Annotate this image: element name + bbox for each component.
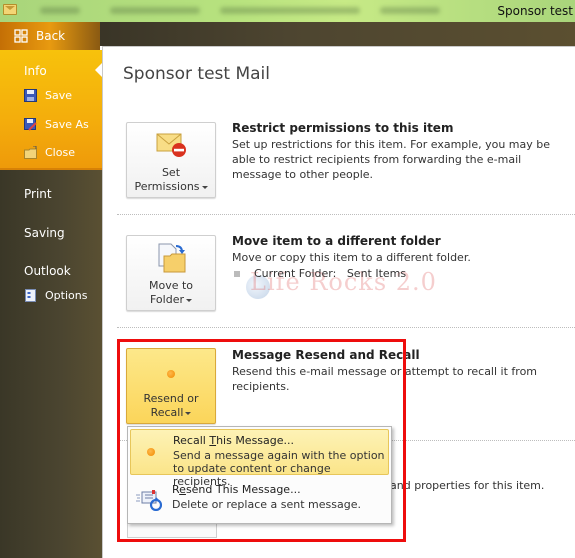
move-to-folder-label-2: Folder xyxy=(127,293,215,307)
move-to-folder-icon xyxy=(156,242,188,277)
restrict-permissions-description: Set up restrictions for this item. For e… xyxy=(232,138,551,181)
nav-save-as-label: Save As xyxy=(45,118,89,131)
move-to-folder-label-1: Move to xyxy=(148,279,194,292)
set-permissions-label-2: Permissions xyxy=(127,180,215,194)
resend-or-recall-label-2: Recall xyxy=(127,406,215,420)
move-to-folder-label-2-text: Folder xyxy=(150,293,184,306)
dropdown-arrow-icon xyxy=(201,185,208,189)
nav-save-label: Save xyxy=(45,89,73,102)
mail-envelope-icon xyxy=(3,4,17,15)
nav-options[interactable]: Options xyxy=(24,289,87,302)
resend-recall-title: Message Resend and Recall xyxy=(232,348,420,362)
recall-title: Recall This Message... xyxy=(173,434,294,447)
resend-recall-description: Resend this e-mail message or attempt to… xyxy=(232,365,538,393)
nav-saving[interactable]: Saving xyxy=(24,226,65,240)
set-permissions-label-2-text: Permissions xyxy=(134,180,200,193)
set-permissions-label-1: Set xyxy=(161,166,181,179)
orange-dot-icon xyxy=(167,370,175,378)
envelope-restrict-icon xyxy=(156,131,188,162)
resend-or-recall-label-2-text: Recall xyxy=(150,406,184,419)
resend-or-recall-button[interactable]: Resend or Recall xyxy=(126,348,216,424)
nav-save[interactable]: Save xyxy=(24,89,72,102)
dropdown-arrow-icon xyxy=(186,298,192,302)
blurred-quick-access xyxy=(220,7,360,14)
move-item-title: Move item to a different folder xyxy=(232,234,441,248)
restrict-permissions-title: Restrict permissions to this item xyxy=(232,121,454,135)
nav-info-label: Info xyxy=(24,64,47,78)
nav-outlook-label: Outlook xyxy=(24,264,71,278)
blurred-quick-access xyxy=(110,7,200,14)
nav-print-label: Print xyxy=(24,187,52,201)
recall-desc-line1: Send a message again with the option xyxy=(173,449,385,462)
resend-or-recall-label-1: Resend or xyxy=(143,392,199,405)
move-to-folder-button[interactable]: Move to Folder xyxy=(126,235,216,311)
nav-save-as[interactable]: Save As xyxy=(24,118,89,131)
menu-item-recall-this-message[interactable]: Recall This Message... Send a message ag… xyxy=(130,429,389,488)
dropdown-arrow-icon xyxy=(185,411,192,415)
recall-title-pre: Recall xyxy=(173,434,210,447)
nav-outlook: Outlook xyxy=(24,264,71,278)
nav-info[interactable]: Info xyxy=(24,64,47,78)
current-folder-label: Current Folder: xyxy=(254,267,337,280)
move-item-description: Move or copy this item to a different fo… xyxy=(232,251,471,264)
nav-close-label: Close xyxy=(45,146,75,159)
blurred-quick-access xyxy=(40,7,80,14)
resend-description: Delete or replace a sent message. xyxy=(172,498,361,511)
blurred-title-text xyxy=(380,7,440,14)
resend-title-post: send This Message... xyxy=(185,483,301,496)
back-grid-icon xyxy=(14,29,28,43)
menu-item-resend-this-message[interactable]: Resend This Message... Delete or replace… xyxy=(130,479,389,525)
selected-pointer xyxy=(95,63,102,77)
resend-message-icon xyxy=(136,489,163,514)
current-folder-row: Current Folder: Sent Items xyxy=(234,266,574,281)
current-folder-value: Sent Items xyxy=(346,267,407,280)
page-title: Sponsor test Mail xyxy=(123,64,270,84)
window-title: Sponsor test xyxy=(497,4,573,18)
resend-recall-dropdown-menu: Recall This Message... Send a message ag… xyxy=(127,426,392,524)
resend-title: Resend This Message... xyxy=(172,483,301,496)
back-label: Back xyxy=(36,29,66,43)
window-title-bar: Sponsor test xyxy=(0,0,575,22)
nav-saving-label: Saving xyxy=(24,226,65,240)
nav-print[interactable]: Print xyxy=(24,187,52,201)
floppy-disk-icon xyxy=(24,89,37,102)
section-divider xyxy=(117,327,575,328)
bullet-icon xyxy=(234,271,240,277)
save-as-icon xyxy=(24,118,37,131)
recall-title-post: his Message... xyxy=(216,434,295,447)
nav-options-label: Options xyxy=(45,289,88,302)
options-document-icon xyxy=(24,289,37,302)
resend-title-accel: e xyxy=(179,483,186,496)
back-button[interactable]: Back xyxy=(0,22,100,50)
properties-partial-text: and properties for this item. xyxy=(390,479,545,492)
folder-close-icon xyxy=(24,145,37,159)
set-permissions-button[interactable]: Set Permissions xyxy=(126,122,216,198)
section-divider xyxy=(117,214,575,215)
orange-dot-icon xyxy=(147,448,155,456)
nav-close[interactable]: Close xyxy=(24,145,75,159)
